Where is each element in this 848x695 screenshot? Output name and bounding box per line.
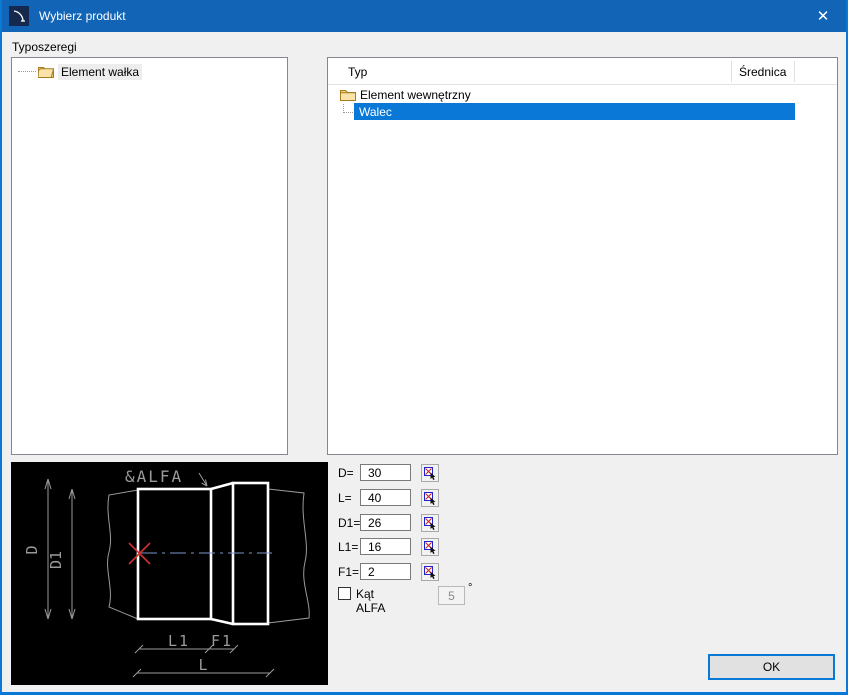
pick-f1-button[interactable] — [421, 563, 439, 581]
column-divider[interactable] — [731, 61, 732, 82]
dim-label-f1: F1 — [211, 632, 233, 650]
column-divider[interactable] — [794, 61, 795, 82]
pick-l1-button[interactable] — [421, 538, 439, 556]
column-header-srednica[interactable]: Średnica — [739, 65, 786, 79]
d-field[interactable] — [360, 464, 411, 481]
ok-button[interactable]: OK — [708, 654, 835, 680]
f1-field[interactable] — [360, 563, 411, 580]
tree-connector — [343, 104, 353, 113]
pick-from-drawing-icon — [423, 491, 437, 505]
pick-from-drawing-icon — [423, 565, 437, 579]
app-icon — [9, 6, 29, 26]
arc-tool-icon — [11, 8, 27, 24]
series-tree-panel: Element wałka — [11, 57, 288, 455]
pick-from-drawing-icon — [423, 540, 437, 554]
dim-label-d: D — [23, 545, 41, 554]
degree-symbol: ° — [468, 582, 472, 594]
tree-connector — [18, 71, 36, 72]
alfa-label: &ALFA — [125, 467, 183, 486]
tree-item-label: Element wałka — [58, 64, 142, 80]
shaft-drawing: &ALFA D D1 L1 F1 L — [11, 462, 328, 685]
field-label-l: L= — [338, 491, 352, 505]
column-header-typ[interactable]: Typ — [348, 65, 367, 79]
list-row-label: Walec — [359, 105, 392, 119]
type-list-panel: Typ Średnica Element wewnętrzny Walec — [327, 57, 838, 455]
pick-d1-button[interactable] — [421, 514, 439, 532]
field-label-l1: L1= — [338, 540, 358, 554]
titlebar: Wybierz produkt ✕ — [2, 0, 846, 32]
alfa-angle-field[interactable] — [438, 586, 465, 605]
folder-icon — [340, 88, 356, 101]
l1-field[interactable] — [360, 538, 411, 555]
list-row-element-wewnetrzny[interactable]: Element wewnętrzny — [340, 86, 471, 103]
field-label-d1: D1= — [338, 516, 360, 530]
list-row-walec-selected[interactable]: Walec — [354, 103, 795, 120]
cad-preview-canvas: &ALFA D D1 L1 F1 L — [11, 462, 328, 685]
pick-from-drawing-icon — [423, 516, 437, 530]
pick-from-drawing-icon — [423, 466, 437, 480]
dim-label-d1: D1 — [47, 551, 65, 569]
list-row-label: Element wewnętrzny — [360, 88, 471, 102]
pick-l-button[interactable] — [421, 489, 439, 507]
list-header: Typ Średnica — [328, 58, 837, 85]
close-icon: ✕ — [817, 7, 830, 25]
d1-field[interactable] — [360, 514, 411, 531]
dim-label-l1: L1 — [168, 632, 190, 650]
pick-d-button[interactable] — [421, 464, 439, 482]
kat-alfa-checkbox[interactable] — [338, 587, 351, 600]
typoszeregi-label: Typoszeregi — [12, 40, 77, 54]
window-title: Wybierz produkt — [39, 9, 126, 23]
folder-open-icon — [38, 65, 54, 78]
dialog-wybierz-produkt: Wybierz produkt ✕ Typoszeregi Element wa… — [0, 0, 848, 695]
tree-item-element-walka[interactable]: Element wałka — [18, 63, 142, 80]
field-label-d: D= — [338, 466, 354, 480]
kat-alfa-label: Kąt ALFA — [356, 587, 385, 615]
close-button[interactable]: ✕ — [800, 0, 846, 32]
field-label-f1: F1= — [338, 565, 359, 579]
l-field[interactable] — [360, 489, 411, 506]
dim-label-l: L — [198, 656, 207, 674]
